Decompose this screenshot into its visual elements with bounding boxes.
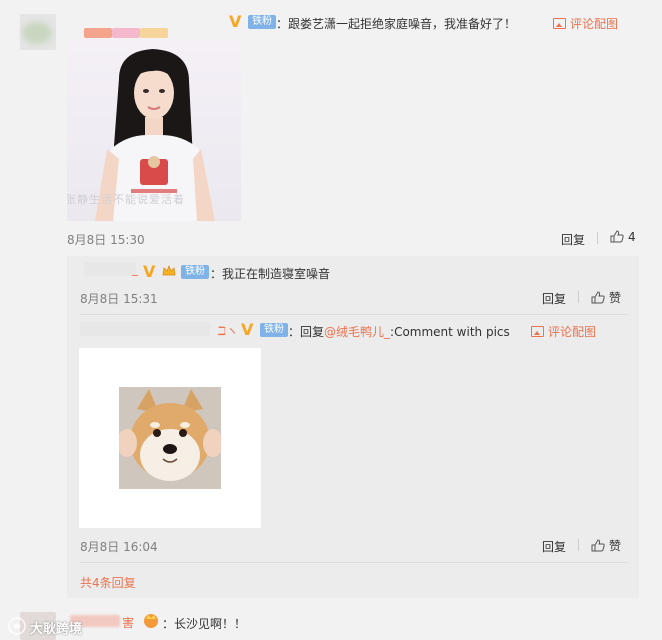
- verified-v-icon: V: [229, 12, 242, 31]
- verified-v-icon: V: [241, 320, 254, 339]
- watermark-logo-icon: [8, 617, 26, 635]
- reply2-text: ：回复@绒毛鸭儿_:Comment with pics: [288, 323, 510, 340]
- image-icon: [553, 18, 566, 29]
- like-button[interactable]: 4: [610, 230, 636, 244]
- thumbs-up-icon: [610, 230, 624, 243]
- comment-image-link-label: 评论配图: [570, 17, 619, 31]
- thumbs-up-icon: [591, 539, 605, 552]
- fan-badge: 铁粉: [260, 323, 288, 337]
- reply2-timestamp: 8月8日 16:04: [80, 540, 158, 554]
- image-icon: [531, 326, 544, 337]
- action-separator: [597, 232, 598, 244]
- reply1-like-button[interactable]: 赞: [591, 289, 621, 306]
- comment-timestamp: 8月8日 15:30: [67, 233, 145, 247]
- reply-button[interactable]: 回复: [561, 231, 585, 248]
- reply2-image-link[interactable]: 评论配图: [531, 323, 596, 340]
- username-blur[interactable]: [84, 28, 112, 38]
- action-separator: [578, 539, 579, 551]
- like-count: 4: [628, 230, 636, 244]
- more-replies-link[interactable]: 共4条回复: [80, 574, 136, 591]
- reply1-username-blur[interactable]: [84, 262, 136, 276]
- reply2-prefix: ：回复: [288, 325, 325, 339]
- reply1-like-label: 赞: [609, 291, 622, 305]
- next-comment-text: ：长沙见啊！！: [162, 617, 247, 631]
- username-blur: [140, 28, 168, 38]
- reply2-suffix: :Comment with pics: [390, 325, 510, 339]
- reply2-username-blur[interactable]: [80, 322, 210, 336]
- thumbs-up-icon: [591, 291, 605, 304]
- commenter-avatar[interactable]: [20, 14, 56, 50]
- reply1-timestamp: 8月8日 15:31: [80, 292, 158, 306]
- watermark-text: 大耿跨境: [30, 622, 83, 637]
- reply1-username-suffix[interactable]: _: [132, 262, 138, 276]
- reply2-mention[interactable]: @绒毛鸭儿_: [324, 325, 390, 339]
- reply2-like-button[interactable]: 赞: [591, 537, 621, 554]
- photo-caption: 张静生活不能说爱活着: [67, 193, 185, 206]
- crown-badge-icon: [142, 612, 160, 628]
- verified-v-icon: V: [143, 262, 156, 281]
- reply1-text: ：我正在制造寝室噪音: [210, 267, 331, 281]
- reply-divider: [80, 314, 628, 315]
- fan-badge: 铁粉: [248, 15, 276, 29]
- fan-badge: 铁粉: [181, 265, 209, 279]
- reply-divider: [80, 562, 628, 563]
- comment-image-link[interactable]: 评论配图: [553, 15, 618, 32]
- reply2-reply-button[interactable]: 回复: [542, 538, 566, 555]
- comment-photo[interactable]: 张静生活不能说爱活着: [67, 39, 241, 221]
- reply2-like-label: 赞: [609, 539, 622, 553]
- next-username-partial[interactable]: 害: [122, 614, 134, 631]
- shiba-dog-illustration: [119, 387, 221, 489]
- reply2-dog-image[interactable]: [119, 387, 221, 489]
- vip-crown-icon: [162, 264, 176, 277]
- reply2-image-link-label: 评论配图: [548, 325, 597, 339]
- reply1-reply-button[interactable]: 回复: [542, 290, 566, 307]
- username-blur: [112, 28, 140, 38]
- avatar-blur: [22, 22, 52, 44]
- reply2-username-glyph[interactable]: ℶヽ: [218, 322, 238, 339]
- action-separator: [578, 291, 579, 303]
- comment-text: ：跟娄艺潇一起拒绝家庭噪音，我准备好了！: [276, 17, 517, 31]
